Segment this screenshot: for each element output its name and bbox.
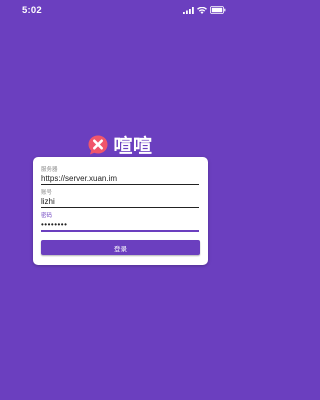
status-time: 5:02 (22, 5, 42, 16)
account-field: 账号 (41, 190, 199, 208)
server-underline (41, 184, 199, 185)
password-field: 密码 •••••••• (41, 213, 199, 232)
brand-header: 喧喧 (0, 131, 240, 158)
server-field: 服务器 (41, 167, 199, 185)
login-card: 服务器 账号 密码 •••••••• 登录 (33, 157, 208, 265)
login-button[interactable]: 登录 (41, 240, 200, 255)
wifi-icon (197, 6, 207, 14)
signal-icon (183, 6, 194, 14)
account-input[interactable] (41, 196, 199, 207)
battery-icon (210, 6, 226, 14)
account-underline (41, 207, 199, 208)
xuanxuan-logo-icon (88, 135, 108, 154)
app-name: 喧喧 (113, 135, 153, 157)
status-icons (183, 6, 226, 14)
password-underline (41, 230, 199, 232)
status-bar: 5:02 (0, 0, 240, 22)
server-input[interactable] (41, 173, 199, 184)
password-input[interactable]: •••••••• (41, 219, 199, 230)
